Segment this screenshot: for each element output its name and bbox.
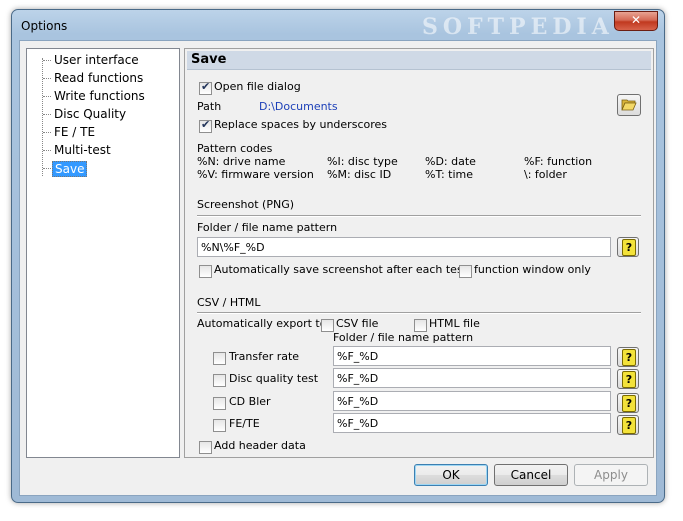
auto-save-screenshot-label: Automatically save screenshot after each… (214, 263, 467, 276)
auto-export-label: Automatically export to: (197, 317, 331, 330)
transfer-rate-checkbox[interactable] (213, 352, 226, 365)
screenshot-group-title: Screenshot (PNG) (197, 198, 295, 211)
tree-connector (42, 58, 43, 176)
disc-quality-test-checkbox[interactable] (213, 374, 226, 387)
pattern-code: %T: time (425, 168, 474, 181)
disc-quality-help-button[interactable] (617, 369, 639, 389)
tree-connector (43, 78, 51, 79)
tree-item-save[interactable]: Save (52, 161, 88, 177)
add-header-checkbox[interactable] (199, 441, 212, 454)
function-window-only-label: function window only (474, 263, 591, 276)
pattern-code: %N: drive name (197, 155, 286, 168)
group-divider (197, 312, 641, 314)
csv-file-label: CSV file (336, 317, 379, 330)
browse-folder-button[interactable] (617, 94, 641, 116)
tree-connector (43, 150, 51, 151)
ok-button[interactable]: OK (414, 464, 488, 486)
path-label: Path (197, 100, 222, 113)
tree-item-user-interface[interactable]: User interface (52, 53, 141, 67)
tree-item-write-functions[interactable]: Write functions (52, 89, 147, 103)
pattern-code: %V: firmware version (197, 168, 314, 181)
screenshot-folder-label: Folder / file name pattern (197, 221, 338, 234)
fe-te-label: FE/TE (229, 417, 260, 430)
close-button[interactable]: ✕ (614, 11, 658, 31)
folder-open-icon (621, 99, 637, 111)
html-file-label: HTML file (429, 317, 480, 330)
pattern-code: %D: date (425, 155, 476, 168)
pattern-code: \: folder (524, 168, 567, 181)
tree-item-fe-te[interactable]: FE / TE (52, 125, 97, 139)
title-bar[interactable]: Options SOFTPEDIA ✕ (12, 10, 664, 40)
pattern-code: %M: disc ID (327, 168, 392, 181)
disc-quality-test-label: Disc quality test (229, 372, 319, 385)
tree-item-read-functions[interactable]: Read functions (52, 71, 145, 85)
panel-title: Save (191, 52, 227, 67)
transfer-rate-label: Transfer rate (229, 350, 300, 363)
pattern-code: %F: function (524, 155, 593, 168)
csv-group-title: CSV / HTML (197, 296, 261, 309)
tree-connector (43, 114, 51, 115)
options-window: Options SOFTPEDIA ✕ User interface Read … (11, 9, 665, 503)
tree-connector (43, 96, 51, 97)
watermark-logo: SOFTPEDIA (422, 14, 614, 40)
open-file-dialog-label: Open file dialog (214, 80, 301, 93)
function-window-only-checkbox[interactable] (459, 265, 472, 278)
csv-folder-label: Folder / file name pattern (333, 331, 474, 344)
cd-bler-pattern-input[interactable]: %F_%D (333, 391, 611, 411)
tree-connector (43, 60, 51, 61)
cd-bler-label: CD Bler (229, 395, 271, 408)
tree-connector (43, 132, 51, 133)
screenshot-pattern-input[interactable]: %N\%F_%D (197, 237, 611, 257)
tree-item-disc-quality[interactable]: Disc Quality (52, 107, 128, 121)
fe-te-help-button[interactable] (617, 415, 639, 435)
save-settings-panel: Save Open file dialog Path D:\Documents … (184, 48, 654, 458)
group-divider (197, 215, 641, 217)
cd-bler-help-button[interactable] (617, 393, 639, 413)
replace-spaces-label: Replace spaces by underscores (214, 118, 387, 131)
transfer-rate-pattern-input[interactable]: %F_%D (333, 346, 611, 366)
path-value[interactable]: D:\Documents (259, 100, 338, 113)
pattern-codes-title: Pattern codes (197, 142, 273, 155)
add-header-label: Add header data (214, 439, 306, 452)
screenshot-help-button[interactable] (617, 237, 639, 257)
apply-button[interactable]: Apply (574, 464, 648, 486)
tree-connector (43, 168, 51, 169)
replace-spaces-checkbox[interactable] (199, 118, 212, 133)
pattern-code: %I: disc type (327, 155, 398, 168)
cancel-button[interactable]: Cancel (494, 464, 568, 486)
panel-heading: Save (187, 51, 651, 70)
disc-quality-pattern-input[interactable]: %F_%D (333, 368, 611, 388)
close-icon: ✕ (630, 13, 642, 27)
open-file-dialog-checkbox[interactable] (199, 80, 212, 95)
cd-bler-checkbox[interactable] (213, 397, 226, 410)
auto-save-screenshot-checkbox[interactable] (199, 265, 212, 278)
tree-item-multi-test[interactable]: Multi-test (52, 143, 113, 157)
window-title: Options (21, 19, 68, 33)
fe-te-checkbox[interactable] (213, 419, 226, 432)
dialog-client-area: User interface Read functions Write func… (19, 40, 657, 496)
fe-te-pattern-input[interactable]: %F_%D (333, 413, 611, 433)
transfer-rate-help-button[interactable] (617, 347, 639, 367)
category-tree[interactable]: User interface Read functions Write func… (26, 48, 180, 458)
